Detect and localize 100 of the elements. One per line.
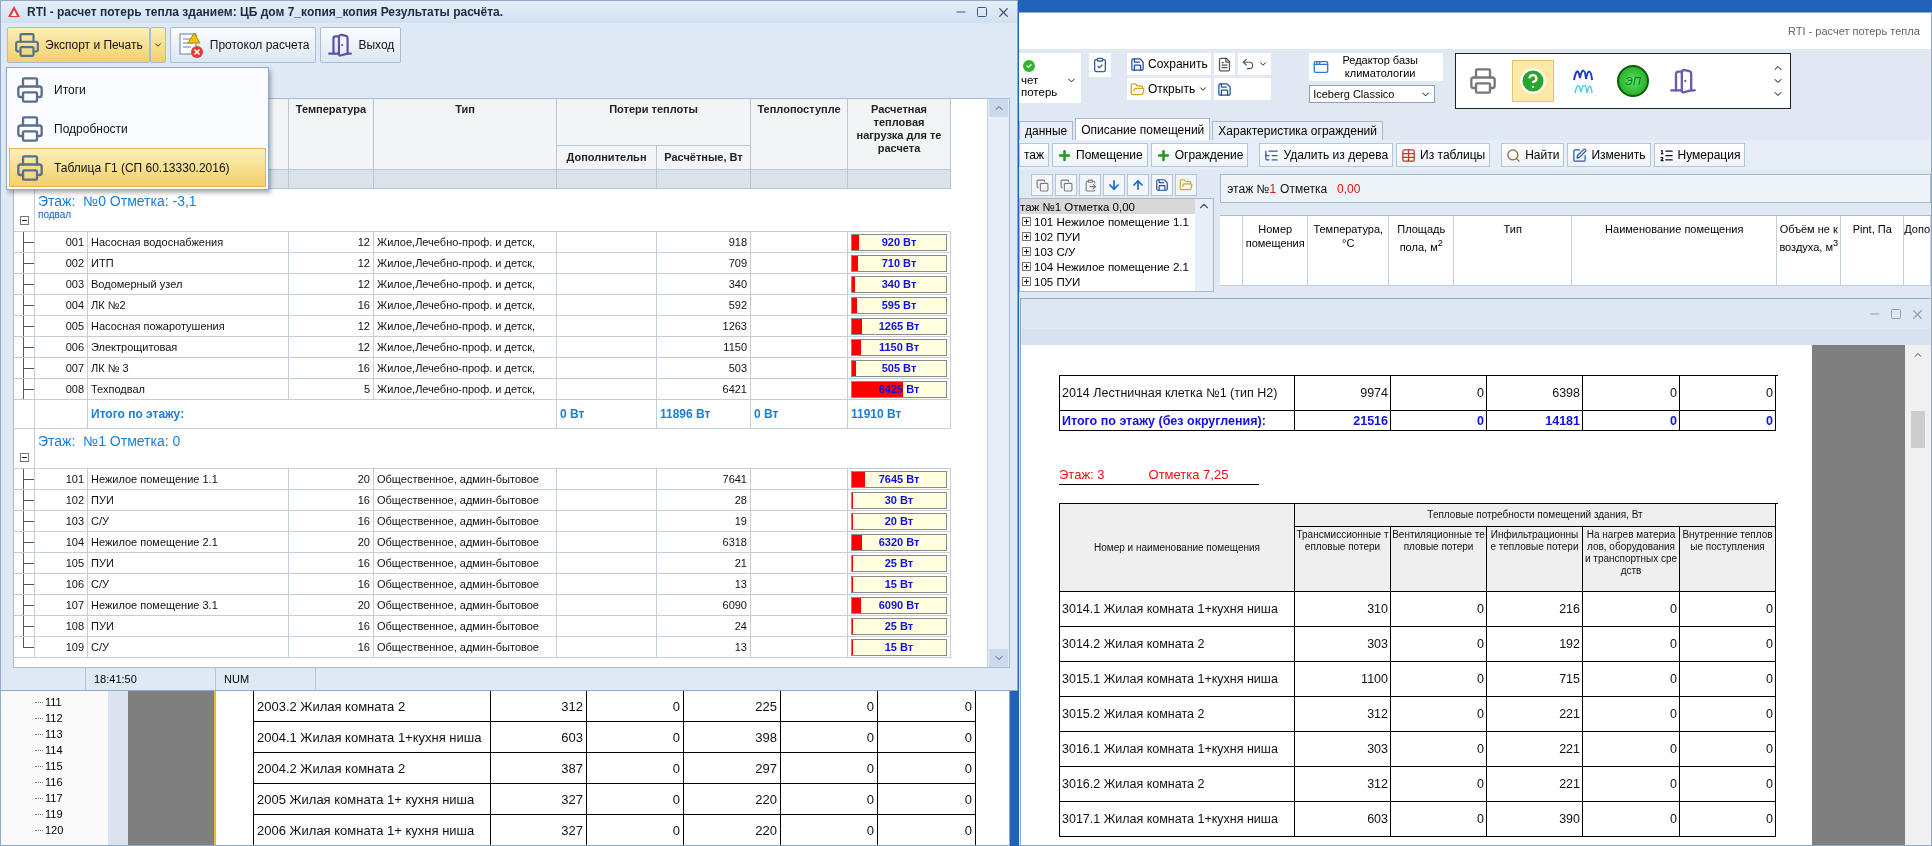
value-cell: 0 (1583, 802, 1680, 837)
toolbar-button[interactable]: Найти (1501, 143, 1565, 167)
room-name: Нежилое помещение 2.1 (88, 532, 289, 553)
toolbar-button[interactable]: Ограждение (1150, 143, 1249, 167)
tree-item[interactable]: 102 ПУИ (1034, 230, 1081, 243)
expand-icon[interactable] (1022, 217, 1031, 226)
tab[interactable]: Описание помещений (1075, 118, 1211, 140)
exit-button[interactable]: Выход (320, 27, 402, 63)
move-down-button[interactable] (1103, 174, 1125, 196)
value-cell: 0 (1391, 802, 1487, 837)
copy-button[interactable] (1031, 174, 1053, 196)
tree-item[interactable]: 111 (45, 696, 62, 708)
load-value: 20 Вт (884, 515, 914, 527)
tree-item[interactable]: 112 (45, 712, 63, 724)
plus-icon (1057, 147, 1073, 163)
collapse-icon[interactable] (19, 453, 29, 462)
help-button[interactable] (1512, 60, 1555, 102)
open-button[interactable]: Открыть (1127, 78, 1212, 100)
tree-item[interactable]: таж №1 Отметка 0,00 (1020, 199, 1198, 214)
toolbar-button[interactable]: Изменить (1567, 143, 1651, 167)
room-number: 104 (35, 532, 88, 553)
toolbar-button[interactable]: Помещение (1052, 143, 1148, 167)
protocol-button[interactable]: Протокол расчета (169, 27, 317, 63)
save-icon (1130, 56, 1145, 72)
room-name: 3014.2 Жилая комната 2 (1060, 627, 1295, 662)
value-cell: 0 (1583, 662, 1680, 697)
paste-button[interactable] (1079, 174, 1101, 196)
filter-cell[interactable] (289, 170, 374, 189)
tree-connector (14, 274, 35, 295)
door-icon (1669, 67, 1698, 95)
floor-path: этаж №1 (1227, 181, 1277, 196)
tree-item[interactable]: 105 ПУИ (1034, 275, 1081, 288)
caret-icon (1198, 84, 1209, 94)
menu-item[interactable]: Итоги (9, 70, 266, 109)
total-cell: 14181 (1487, 411, 1583, 431)
save-button[interactable]: Сохранить (1127, 53, 1212, 75)
scrollbar[interactable] (987, 99, 1009, 667)
collapse-icon[interactable] (19, 216, 29, 225)
maximize-icon[interactable] (976, 6, 988, 18)
scrollbar[interactable] (1195, 199, 1214, 291)
copy-button[interactable] (1055, 174, 1077, 196)
theme-dropdown[interactable]: Iceberg Classico (1309, 85, 1436, 103)
calculate-button[interactable]: чет потерь (1019, 53, 1081, 103)
room-type-cell: Общественное, админ-бытовое (374, 511, 557, 532)
expand-icon[interactable] (1022, 232, 1031, 241)
tree-item[interactable]: 103 С/У (1034, 245, 1076, 258)
scrollbar[interactable] (1905, 345, 1931, 845)
toolbar-button[interactable]: таж (1019, 143, 1050, 167)
tree-item[interactable]: 101 Нежилое помещение 1.1 (1034, 215, 1189, 228)
filter-cell[interactable] (657, 170, 751, 189)
climate-editor-button[interactable]: Редактор базы климатологии (1309, 53, 1444, 81)
column-header: Дополнительн (557, 146, 657, 170)
load-value: 710 Вт (881, 257, 917, 269)
edit-icon (1572, 147, 1588, 163)
toolbar-button[interactable]: Нумерация (1653, 143, 1746, 167)
column-header: Тип (1454, 216, 1573, 286)
export-print-button[interactable]: Экспорт и Печать (7, 27, 150, 63)
room-name: 3015.1 Жилая комната 1+кухня ниша (1060, 662, 1295, 697)
tree-item[interactable]: 119 (45, 808, 63, 820)
room-number: 005 (35, 316, 88, 337)
tree-connector (14, 490, 35, 511)
expand-icon[interactable] (1022, 262, 1031, 271)
move-up-button[interactable] (1127, 174, 1149, 196)
temperature-cell: 20 (289, 532, 374, 553)
toolbar-button[interactable]: Удалить из дерева (1259, 143, 1394, 167)
undo-button[interactable] (1238, 53, 1272, 75)
column-header: Площадь пола, м$^{2}$ (1389, 216, 1455, 286)
room-type-cell: Общественное, админ-бытовое (374, 637, 557, 658)
tree-item[interactable]: 104 Нежилое помещение 2.1 (1034, 260, 1189, 273)
filter-cell[interactable] (374, 170, 557, 189)
toolbar-button[interactable]: Из таблицы (1396, 143, 1491, 167)
tree-item[interactable]: 115 (45, 760, 63, 772)
checklist-button[interactable] (1089, 53, 1111, 77)
save-as-button[interactable] (1214, 78, 1272, 100)
value-cell: 312 (1295, 697, 1391, 732)
expand-icon[interactable] (1022, 247, 1031, 256)
tree-item[interactable]: 120 (45, 824, 64, 836)
load-value: 1265 Вт (878, 320, 920, 332)
menu-item[interactable]: Таблица Г1 (СП 60.13330.2016) (9, 148, 266, 187)
tree-item[interactable]: 116 (45, 776, 63, 788)
temperature-cell: 20 (289, 595, 374, 616)
temperature-cell: 16 (289, 616, 374, 637)
tab[interactable]: данные (1019, 121, 1074, 140)
room-name: С/У (88, 574, 289, 595)
value-cell: 0 (878, 815, 976, 845)
tab[interactable]: Характеристика ограждений (1212, 121, 1383, 140)
filter-cell[interactable] (557, 170, 657, 189)
scroll-thumb[interactable] (1911, 411, 1925, 448)
expand-icon[interactable] (1022, 277, 1031, 286)
menu-item[interactable]: Подробности (9, 109, 266, 148)
tree-item[interactable]: 114 (45, 744, 63, 756)
temperature-cell: 16 (289, 358, 374, 379)
tree-item[interactable]: 113 (45, 728, 63, 740)
value-cell: 0 (1680, 697, 1776, 732)
new-document-button[interactable] (1214, 53, 1236, 75)
filter-cell[interactable] (751, 170, 848, 189)
room-name: 2005 Жилая комната 1+ кухня ниша (254, 784, 491, 815)
filter-cell[interactable] (848, 170, 951, 189)
save-button[interactable] (1151, 174, 1173, 196)
tree-item[interactable]: 117 (45, 792, 63, 804)
